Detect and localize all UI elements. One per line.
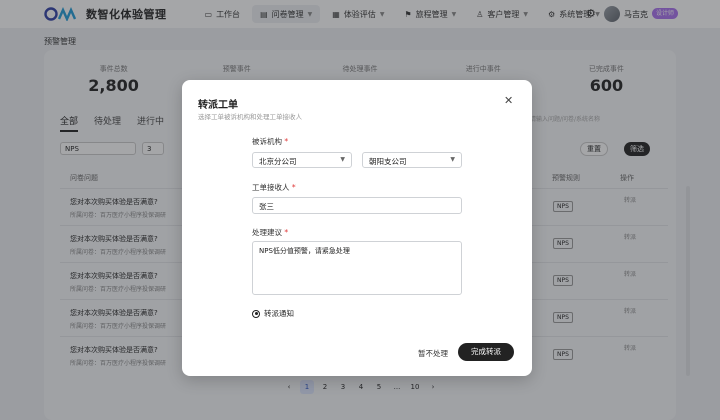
close-icon[interactable]: ✕: [504, 94, 513, 107]
modal-title: 转派工单: [198, 100, 238, 111]
org-primary-value: 北京分公司: [259, 157, 297, 166]
required-mark: *: [284, 137, 289, 146]
notify-label: 转派通知: [264, 309, 294, 318]
suggestion-label-text: 处理建议: [252, 228, 282, 237]
org-secondary-select[interactable]: 朝阳支公司 ▼: [362, 152, 462, 168]
required-mark: *: [284, 228, 289, 237]
skip-button[interactable]: 暂不处理: [418, 348, 448, 359]
receiver-label-text: 工单接收人: [252, 183, 290, 192]
receiver-label: 工单接收人 *: [252, 182, 296, 193]
radio-checked-icon: [252, 309, 260, 318]
notify-option[interactable]: 转派通知: [252, 308, 294, 319]
complete-transfer-button[interactable]: 完成转派: [458, 343, 514, 361]
suggestion-textarea[interactable]: NPS低分值预警，请紧急处理: [252, 241, 462, 295]
org-primary-select[interactable]: 北京分公司 ▼: [252, 152, 352, 168]
transfer-ticket-modal: 转派工单 选择工单被诉机构和处理工单接收人 ✕ 被诉机构 * 北京分公司 ▼ 朝…: [182, 80, 532, 376]
chevron-down-icon: ▼: [450, 156, 455, 163]
required-mark: *: [291, 183, 296, 192]
receiver-input[interactable]: 张三: [252, 197, 462, 214]
suggestion-label: 处理建议 *: [252, 227, 288, 238]
modal-subtitle: 选择工单被诉机构和处理工单接收人: [198, 113, 302, 121]
chevron-down-icon: ▼: [340, 156, 345, 163]
org-label: 被诉机构 *: [252, 136, 288, 147]
org-secondary-value: 朝阳支公司: [369, 157, 407, 166]
org-label-text: 被诉机构: [252, 137, 282, 146]
